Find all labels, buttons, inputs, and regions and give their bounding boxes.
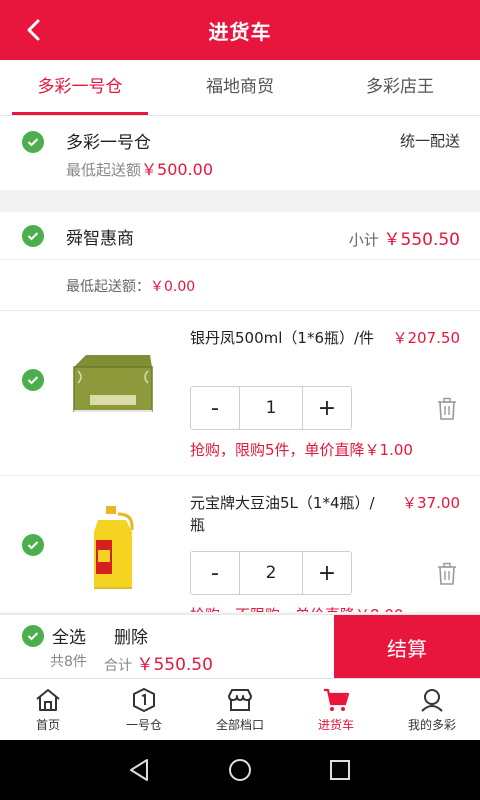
warehouse-name: 多彩一号仓 (66, 133, 151, 153)
tab-cart[interactable]: 进货车 (288, 679, 384, 740)
tab-profile[interactable]: 我的多彩 (384, 679, 480, 740)
tab-fudi[interactable]: 福地商贸 (160, 60, 320, 115)
tab-label: 首页 (35, 718, 60, 732)
app-header: 进货车 (0, 0, 480, 60)
oil-bottle-icon (94, 506, 134, 589)
increase-button[interactable]: + (303, 552, 351, 594)
tab-duocai-store-king[interactable]: 多彩店王 (320, 60, 480, 115)
item-checkbox[interactable] (22, 534, 44, 556)
item-count: 共8件 (50, 654, 87, 670)
total-label: 合计 (104, 658, 132, 674)
system-recents-icon[interactable] (327, 757, 353, 783)
quantity-value[interactable]: 1 (239, 387, 303, 429)
system-home-icon[interactable] (227, 757, 253, 783)
delete-selected-button[interactable]: 删除 (114, 623, 148, 648)
select-all-label[interactable]: 全选 (52, 623, 86, 648)
supplier-subtotal: 小计 ￥550.50 (349, 225, 460, 250)
cart-summary-bar: 全选 删除 共8件 合计 ￥550.50 结算 (0, 614, 480, 679)
warehouse-one-icon (133, 687, 155, 713)
check-icon (27, 232, 39, 241)
system-back-icon[interactable] (127, 757, 153, 783)
decrease-button[interactable]: - (191, 387, 239, 429)
tab-label: 进货车 (317, 718, 354, 732)
cart-item: 银丹凤500ml（1*6瓶）/件 ￥207.50 - 1 + 抢购，限购5件，单… (0, 311, 480, 475)
decrease-button[interactable]: - (191, 552, 239, 594)
quantity-value[interactable]: 2 (239, 552, 303, 594)
supplier-min-label: 最低起送额： (66, 279, 150, 295)
total-price: ￥550.50 (136, 655, 213, 675)
product-title[interactable]: 银丹凤500ml（1*6瓶）/件 (190, 327, 380, 349)
quantity-stepper: - 2 + (190, 551, 352, 595)
product-box-icon (73, 355, 153, 412)
supplier-min-order: 最低起送额：￥0.00 (66, 276, 195, 296)
supplier-name: 舜智惠商 (66, 229, 134, 249)
home-icon (36, 689, 60, 711)
supplier-min-price: ￥0.00 (150, 279, 196, 295)
tab-all-stores[interactable]: 全部档口 (192, 679, 288, 740)
warehouse-min-price: ￥500.00 (141, 160, 214, 179)
trash-icon (438, 397, 456, 420)
item-checkbox[interactable] (22, 369, 44, 391)
increase-button[interactable]: + (303, 387, 351, 429)
promo-text: 抢购，不限购，单价直降￥8.00 (190, 604, 403, 612)
supplier-checkbox[interactable] (22, 225, 44, 247)
subtotal-price: ￥550.50 (383, 230, 460, 250)
warehouse-min-order: 最低起送额￥500.00 (66, 156, 213, 180)
system-nav-bar (0, 740, 480, 800)
bottom-tab-bar: 首页 一号仓 全部档口 进货车 我的多彩 (0, 678, 480, 740)
promo-text: 抢购，限购5件，单价直降￥1.00 (190, 441, 413, 459)
warehouse-min-label: 最低起送额 (66, 161, 142, 179)
tab-label: 全部档口 (215, 718, 264, 732)
checkout-button[interactable]: 结算 (334, 615, 480, 679)
page-title: 进货车 (208, 19, 272, 44)
tab-home[interactable]: 首页 (0, 679, 96, 740)
back-arrow-icon (27, 19, 40, 41)
profile-icon (421, 689, 443, 712)
subtotal-label: 小计 (348, 231, 379, 249)
warehouse-checkbox[interactable] (22, 131, 44, 153)
select-all-checkbox[interactable] (22, 625, 44, 647)
tab-label: 一号仓 (125, 718, 162, 732)
product-title[interactable]: 元宝牌大豆油5L（1*4瓶）/瓶 (190, 492, 380, 536)
delete-item-button[interactable] (436, 562, 458, 586)
trash-icon (438, 562, 456, 585)
warehouse-card: 多彩一号仓 最低起送额￥500.00 统一配送 (0, 116, 480, 190)
store-icon (228, 689, 252, 711)
supplier-header: 舜智惠商 小计 ￥550.50 (0, 212, 480, 260)
check-icon (27, 632, 39, 641)
check-icon (27, 541, 39, 550)
check-icon (27, 376, 39, 385)
tab-warehouse-one[interactable]: 多彩一号仓 (0, 60, 160, 115)
product-price: ￥207.50 (392, 329, 461, 347)
product-image-box[interactable] (68, 337, 158, 427)
quantity-stepper: - 1 + (190, 386, 352, 430)
delete-item-button[interactable] (436, 397, 458, 421)
tab-warehouse[interactable]: 一号仓 (96, 679, 192, 740)
tab-label: 我的多彩 (407, 718, 456, 732)
product-price: ￥37.00 (402, 494, 460, 512)
cart-item: 元宝牌大豆油5L（1*4瓶）/瓶 ￥37.00 - 2 + 抢购，不限购，单价直… (0, 476, 480, 612)
check-icon (27, 138, 39, 147)
product-image-bottle[interactable] (68, 502, 158, 592)
supplier-card: 舜智惠商 小计 ￥550.50 最低起送额：￥0.00 银丹凤500ml（1*6… (0, 212, 480, 612)
warehouse-tabs: 多彩一号仓 福地商贸 多彩店王 (0, 60, 480, 116)
cart-icon (324, 688, 350, 711)
cart-total: 合计 ￥550.50 (104, 650, 213, 675)
back-button[interactable] (18, 14, 50, 46)
delivery-mode: 统一配送 (399, 132, 460, 150)
